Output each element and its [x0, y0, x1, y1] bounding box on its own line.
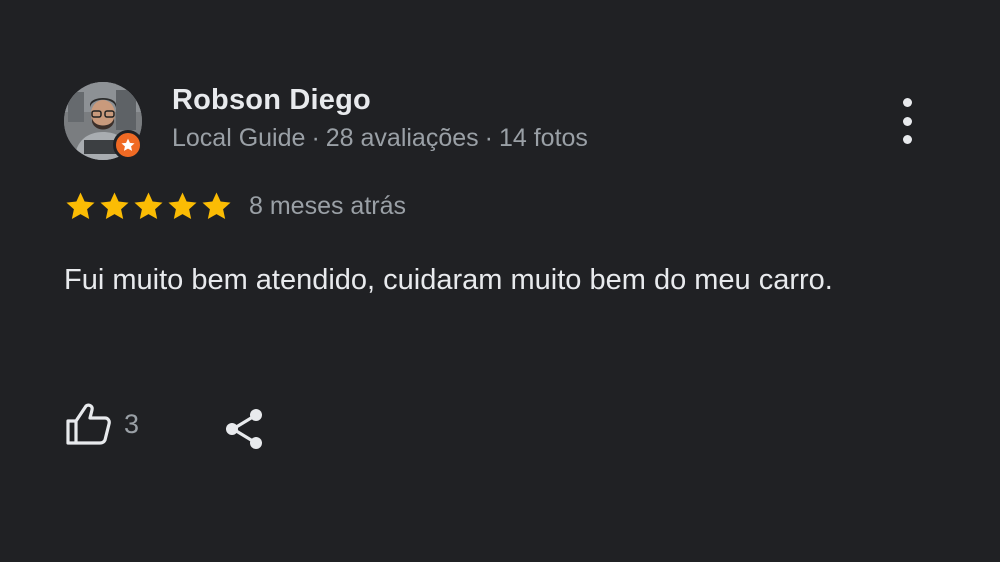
- separator: ·: [484, 124, 493, 152]
- star-icon: [66, 192, 95, 220]
- local-guide-label: Local Guide: [172, 124, 306, 152]
- reviewer-name[interactable]: Robson Diego: [172, 84, 371, 117]
- star-icon: [134, 192, 163, 220]
- more-vert-icon-dot: [902, 98, 912, 107]
- share-button[interactable]: [223, 407, 265, 456]
- photos-count: 14 fotos: [498, 124, 588, 152]
- share-icon: [226, 409, 262, 449]
- like-button[interactable]: 3: [64, 402, 139, 446]
- avatar[interactable]: [64, 82, 143, 160]
- review-card: Robson Diego Local Guide · 28 avaliações · 1…: [0, 0, 1000, 562]
- more-vert-icon-dot: [902, 116, 912, 126]
- star-icon: [168, 192, 197, 220]
- thumbs-up-icon: [66, 403, 111, 445]
- local-guide-badge: [113, 130, 143, 160]
- separator: ·: [311, 124, 320, 152]
- star-rating: [64, 190, 233, 223]
- review-text: Fui muito bem atendido, cuidaram muito b…: [64, 264, 833, 296]
- like-count: 3: [124, 408, 140, 439]
- more-options-button[interactable]: [894, 98, 920, 144]
- star-icon: [202, 192, 231, 220]
- star-icon: [100, 192, 129, 220]
- reviews-count: 28 avaliações: [325, 124, 479, 152]
- more-vert-icon-dot: [902, 135, 912, 144]
- star-badge-icon: [121, 138, 135, 151]
- reviewer-stats: Local Guide · 28 avaliações · 14 fotos: [172, 124, 588, 153]
- review-time: 8 meses atrás: [249, 192, 407, 220]
